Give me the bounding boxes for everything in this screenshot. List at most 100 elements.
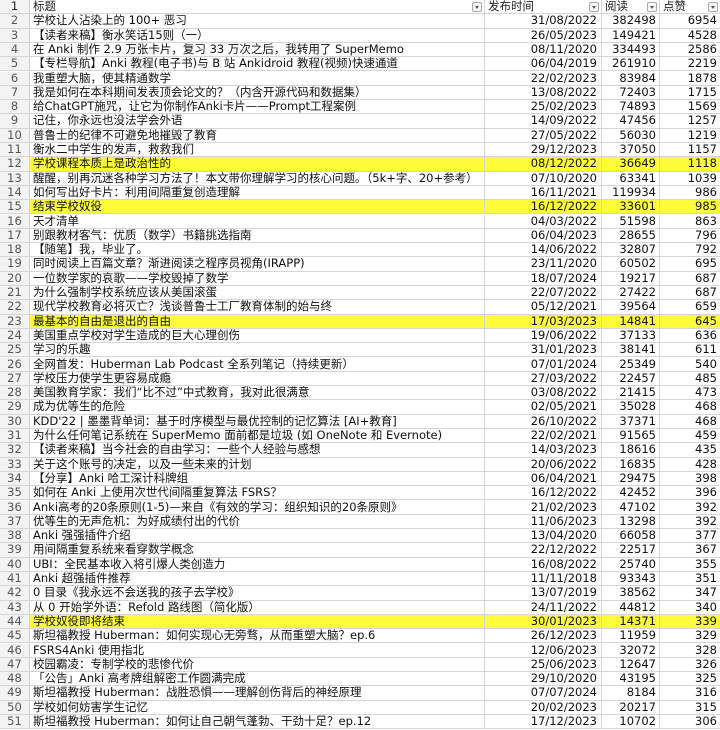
column-header-reads[interactable]: 阅读 bbox=[602, 0, 660, 14]
cell-date[interactable]: 26/10/2022 bbox=[485, 414, 602, 428]
cell-title[interactable]: 给ChatGPT施咒，让它为你制作Anki卡片——Prompt工程案例 bbox=[30, 100, 485, 114]
cell-date[interactable]: 31/08/2022 bbox=[485, 14, 602, 28]
cell-reads[interactable]: 37371 bbox=[602, 414, 660, 428]
cell-likes[interactable]: 347 bbox=[660, 586, 720, 599]
cell-likes[interactable]: 659 bbox=[660, 300, 720, 313]
cell-likes[interactable]: 1219 bbox=[660, 129, 720, 142]
cell-title[interactable]: 我重塑大脑，使其精通数学 bbox=[30, 71, 485, 85]
cell-likes[interactable]: 6954 bbox=[660, 14, 720, 27]
cell-reads[interactable]: 8184 bbox=[602, 686, 660, 700]
cell-date[interactable]: 27/03/2022 bbox=[485, 371, 602, 386]
cell-title[interactable]: 【读者来稿】当今社会的自由学习：一些个人经验与感想 bbox=[30, 443, 485, 457]
cell-date[interactable]: 11/06/2023 bbox=[485, 514, 602, 529]
cell-title[interactable]: FSRS4Anki 使用指北 bbox=[30, 643, 485, 657]
cell-title[interactable]: 成为优等生的危险 bbox=[30, 400, 485, 414]
cell-date[interactable]: 23/11/2020 bbox=[485, 257, 602, 271]
cell-date[interactable]: 13/08/2022 bbox=[485, 85, 602, 100]
cell-reads[interactable]: 22457 bbox=[602, 371, 660, 386]
cell-date[interactable]: 02/05/2021 bbox=[485, 400, 602, 414]
row-number[interactable]: 7 bbox=[0, 85, 30, 100]
row-number[interactable]: 37 bbox=[0, 514, 30, 529]
filter-dropdown-icon[interactable] bbox=[708, 2, 718, 12]
row-number[interactable]: 21 bbox=[0, 286, 30, 300]
table-row[interactable]: 48 「公告」Anki 高考牌组解密工作圆满完成 29/10/2020 43195 32… bbox=[0, 672, 720, 687]
cell-title[interactable]: 别跟教材客气：优质（数学）书籍挑选指南 bbox=[30, 228, 485, 243]
cell-reads[interactable]: 35028 bbox=[602, 400, 660, 414]
row-number[interactable]: 27 bbox=[0, 371, 30, 386]
cell-title[interactable]: 【随笔】我，毕业了。 bbox=[30, 243, 485, 257]
cell-reads[interactable]: 28655 bbox=[602, 228, 660, 243]
cell-likes[interactable]: 695 bbox=[660, 257, 720, 270]
cell-date[interactable]: 16/11/2021 bbox=[485, 185, 602, 200]
cell-date[interactable]: 20/02/2023 bbox=[485, 700, 602, 714]
cell-title[interactable]: 学校奴役即将结束 bbox=[30, 614, 485, 629]
row-number[interactable]: 44 bbox=[0, 614, 30, 629]
cell-title[interactable]: 关于这个账号的决定，以及一些未来的计划 bbox=[30, 457, 485, 471]
cell-title[interactable]: 为什么强制学校系统应该从美国滚蛋 bbox=[30, 286, 485, 300]
table-row[interactable]: 22 现代学校教育必将灭亡？浅谈普鲁士工厂教育体制的始与终 05/12/2021 39… bbox=[0, 300, 720, 315]
table-row[interactable]: 31 为什么任何笔记系统在 SuperMemo 面前都是垃圾 (如 OneNote… bbox=[0, 429, 720, 444]
cell-reads[interactable]: 33601 bbox=[602, 200, 660, 214]
row-number[interactable]: 9 bbox=[0, 114, 30, 128]
row-number[interactable]: 4 bbox=[0, 42, 30, 57]
cell-date[interactable]: 07/07/2024 bbox=[485, 686, 602, 700]
cell-reads[interactable]: 43195 bbox=[602, 672, 660, 686]
cell-likes[interactable]: 326 bbox=[660, 658, 720, 671]
cell-likes[interactable]: 1569 bbox=[660, 100, 720, 113]
cell-likes[interactable]: 468 bbox=[660, 415, 720, 428]
row-number[interactable]: 12 bbox=[0, 157, 30, 171]
filter-dropdown-icon[interactable] bbox=[472, 2, 482, 12]
cell-reads[interactable]: 25740 bbox=[602, 557, 660, 571]
cell-likes[interactable]: 1715 bbox=[660, 86, 720, 99]
cell-date[interactable]: 19/06/2022 bbox=[485, 328, 602, 343]
cell-title[interactable]: 【读者来稿】衡水笑话15则（一） bbox=[30, 28, 485, 42]
cell-reads[interactable]: 22517 bbox=[602, 543, 660, 557]
cell-title[interactable]: 0 目录《我永远不会送我的孩子去学校》 bbox=[30, 586, 485, 600]
table-row[interactable]: 36 Anki高考的20条原则(1-5)—来自《有效的学习：组织知识的20条原则》… bbox=[0, 500, 720, 515]
cell-reads[interactable]: 37050 bbox=[602, 143, 660, 157]
cell-reads[interactable]: 12647 bbox=[602, 657, 660, 672]
row-number[interactable]: 2 bbox=[0, 14, 30, 28]
cell-reads[interactable]: 38141 bbox=[602, 343, 660, 357]
table-row[interactable]: 16 天才清单 04/03/2022 51598 863 bbox=[0, 214, 720, 229]
cell-date[interactable]: 17/03/2023 bbox=[485, 314, 602, 328]
column-header-title[interactable]: 标题 bbox=[30, 0, 485, 14]
table-row[interactable]: 30 KDD'22 | 墨墨背单词：基于时序模型与最优控制的记忆算法 [AI+教育… bbox=[0, 414, 720, 429]
cell-likes[interactable]: 473 bbox=[660, 386, 720, 399]
row-number[interactable]: 42 bbox=[0, 586, 30, 600]
cell-reads[interactable]: 19217 bbox=[602, 271, 660, 285]
row-number[interactable]: 17 bbox=[0, 228, 30, 243]
column-header-date[interactable]: 发布时间 bbox=[485, 0, 602, 14]
row-number[interactable]: 49 bbox=[0, 686, 30, 700]
cell-date[interactable]: 20/06/2022 bbox=[485, 457, 602, 471]
cell-likes[interactable]: 2219 bbox=[660, 57, 720, 70]
cell-date[interactable]: 29/10/2020 bbox=[485, 672, 602, 686]
cell-reads[interactable]: 63341 bbox=[602, 171, 660, 185]
cell-title[interactable]: 「公告」Anki 高考牌组解密工作圆满完成 bbox=[30, 672, 485, 686]
cell-reads[interactable]: 32807 bbox=[602, 243, 660, 257]
cell-reads[interactable]: 66058 bbox=[602, 529, 660, 543]
cell-date[interactable]: 16/08/2022 bbox=[485, 557, 602, 571]
cell-title[interactable]: 一位数学家的哀歌——学校毁掉了数学 bbox=[30, 271, 485, 285]
cell-likes[interactable]: 645 bbox=[660, 314, 720, 328]
cell-title[interactable]: Anki 强强插件介绍 bbox=[30, 529, 485, 543]
cell-reads[interactable]: 51598 bbox=[602, 214, 660, 228]
table-row[interactable]: 26 全网首发：Huberman Lab Podcast 全系列笔记（持续更新） 0… bbox=[0, 357, 720, 372]
cell-likes[interactable]: 392 bbox=[660, 501, 720, 514]
row-number[interactable]: 30 bbox=[0, 414, 30, 428]
row-number[interactable]: 18 bbox=[0, 243, 30, 257]
row-number[interactable]: 10 bbox=[0, 128, 30, 142]
cell-reads[interactable]: 72403 bbox=[602, 85, 660, 100]
table-row[interactable]: 50 学校如何妨害学生记忆 20/02/2023 20217 315 bbox=[0, 700, 720, 715]
table-row[interactable]: 24 美国重点学校对学生造成的巨大心理创伤 19/06/2022 37133 636 bbox=[0, 328, 720, 344]
cell-reads[interactable]: 21415 bbox=[602, 386, 660, 400]
table-row[interactable]: 39 用间隔重复系统来看穿数学概念 22/12/2022 22517 367 bbox=[0, 543, 720, 558]
table-row[interactable]: 21 为什么强制学校系统应该从美国滚蛋 22/07/2022 27422 687 bbox=[0, 286, 720, 301]
cell-date[interactable]: 30/01/2023 bbox=[485, 614, 602, 629]
cell-likes[interactable]: 315 bbox=[660, 701, 720, 714]
cell-likes[interactable]: 339 bbox=[660, 614, 720, 629]
cell-reads[interactable]: 47456 bbox=[602, 114, 660, 128]
cell-reads[interactable]: 261910 bbox=[602, 57, 660, 71]
table-row[interactable]: 37 优等生的无声危机：为好成绩付出的代价 11/06/2023 13298 392 bbox=[0, 514, 720, 530]
row-number[interactable]: 35 bbox=[0, 486, 30, 500]
